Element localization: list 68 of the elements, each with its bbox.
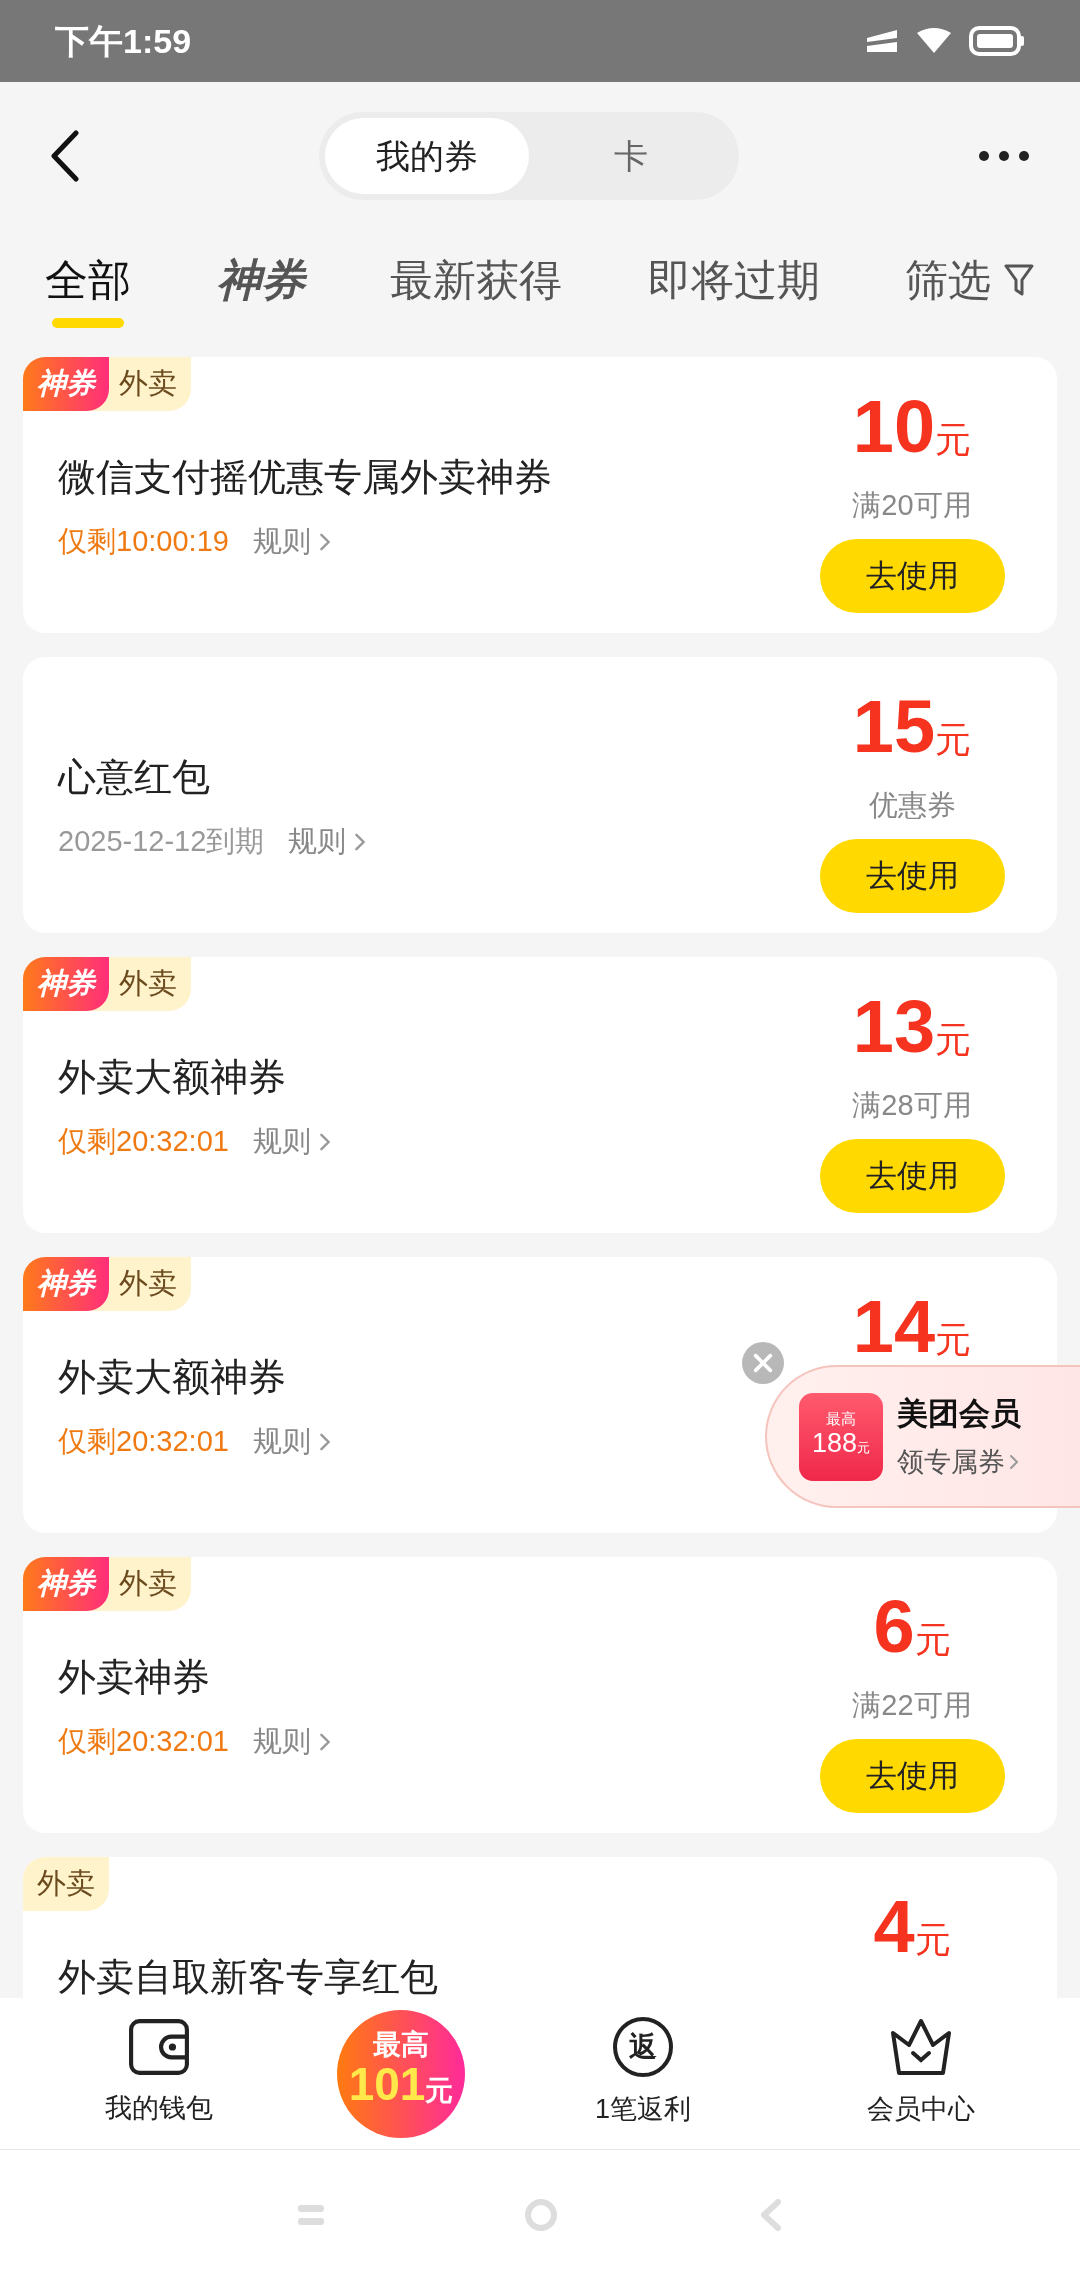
member-title: 美团会员 — [897, 1395, 1021, 1433]
filter-tab[interactable]: 最新获得 — [390, 250, 562, 310]
use-button[interactable]: 去使用 — [819, 1739, 1005, 1813]
close-icon[interactable] — [742, 1342, 784, 1384]
chevron-right-icon — [318, 1731, 331, 1752]
nav-item[interactable]: 我的钱包 — [59, 2018, 259, 2129]
coupon-condition: 满22可用 — [852, 1688, 972, 1723]
crown-icon — [889, 2017, 953, 2078]
member-promo-banner[interactable]: 最高 188元 美团会员 领专属券 — [765, 1365, 1080, 1508]
coupon-title: 外卖神券 — [58, 1655, 210, 1700]
rules-link[interactable]: 规则 — [252, 520, 331, 564]
chevron-right-icon — [318, 1131, 331, 1152]
use-button[interactable]: 去使用 — [819, 839, 1005, 913]
expiry-text: 仅剩20:32:01 — [58, 1424, 229, 1459]
coupon-amount: 6元 — [873, 1587, 951, 1670]
coupon-amount: 13元 — [852, 987, 972, 1070]
status-time: 下午1:59 — [55, 20, 192, 62]
coupon-title: 外卖大额神券 — [58, 1355, 286, 1400]
coupon-title: 心意红包 — [58, 755, 210, 800]
rebate-icon: 返 — [613, 2017, 673, 2078]
filter-tab[interactable]: 全部 — [45, 250, 131, 310]
rules-link[interactable]: 规则 — [252, 1120, 331, 1164]
expiry-text: 仅剩20:32:01 — [58, 1724, 229, 1759]
rules-link[interactable]: 规则 — [252, 1420, 331, 1464]
category-tag: 外卖 — [23, 1857, 109, 1911]
chevron-right-icon — [318, 531, 331, 552]
segment-tab[interactable]: 我的券 — [325, 118, 529, 194]
chevron-right-icon — [354, 831, 367, 852]
nav-item[interactable]: 会员中心 — [821, 2017, 1021, 2130]
filter-icon — [1003, 263, 1035, 297]
chevron-right-icon — [1009, 1453, 1019, 1470]
coupon-condition: 满28可用 — [852, 1088, 972, 1123]
coupon-condition: 满20可用 — [852, 488, 972, 523]
rules-link[interactable]: 规则 — [288, 820, 367, 864]
battery-icon — [969, 26, 1025, 56]
expiry-text: 仅剩20:32:01 — [58, 1124, 229, 1159]
wallet-icon — [128, 2018, 190, 2077]
segment-tab[interactable]: 卡 — [529, 118, 733, 194]
coupon-title: 外卖自取新客专享红包 — [58, 1955, 438, 1998]
coupon-title: 外卖大额神券 — [58, 1055, 286, 1100]
use-button[interactable]: 去使用 — [819, 539, 1005, 613]
expiry-text: 仅剩10:00:19 — [58, 524, 229, 559]
home-icon[interactable] — [524, 2198, 558, 2232]
coupon-title: 微信支付摇优惠专属外卖神券 — [58, 455, 552, 500]
special-coupon-tag: 神券 — [23, 957, 109, 1011]
member-link[interactable]: 领专属券 — [897, 1441, 1021, 1482]
wifi-icon — [915, 27, 953, 55]
coupon-amount: 4元 — [873, 1887, 951, 1970]
coupon-condition: 优惠券 — [868, 788, 956, 823]
use-button[interactable]: 去使用 — [819, 1139, 1005, 1213]
special-coupon-tag: 神券 — [23, 1257, 109, 1311]
coupon-amount: 15元 — [852, 687, 972, 770]
tab-indicator — [52, 318, 124, 328]
nav-item[interactable]: 返 1笔返利 — [543, 2017, 743, 2130]
expiry-text: 2025-12-12到期 — [58, 824, 265, 859]
back-icon[interactable] — [50, 130, 80, 182]
more-icon[interactable] — [978, 150, 1030, 162]
coupon-amount: 10元 — [852, 387, 972, 470]
chevron-right-icon — [318, 1431, 331, 1452]
filter-tab[interactable]: 即将过期 — [647, 250, 820, 310]
menu-icon[interactable] — [298, 2205, 324, 2225]
special-coupon-tag: 神券 — [23, 1557, 109, 1611]
member-badge: 最高 188元 — [799, 1392, 883, 1481]
rules-link[interactable]: 规则 — [252, 1720, 331, 1764]
signal-icon — [865, 28, 899, 54]
filter-tab[interactable]: 筛选 — [905, 250, 1035, 310]
special-coupon-tag: 神券 — [23, 357, 109, 411]
back-nav-icon[interactable] — [758, 2198, 782, 2232]
